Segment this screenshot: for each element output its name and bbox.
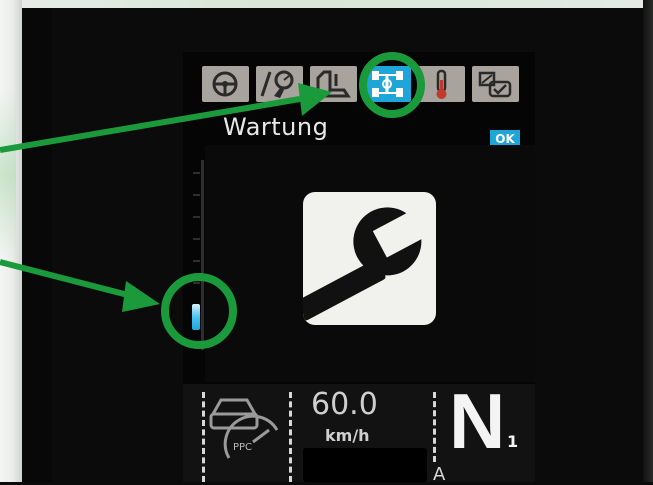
annotation-circle-tab [359,52,425,118]
annotation-overlay [0,52,425,349]
annotation-arrow-line [0,96,301,153]
annotation-arrowhead [298,83,332,116]
annotation-arrowhead [122,281,160,312]
annotation-circle-scrollbar [161,273,237,349]
annotation-arrow-line [0,259,133,299]
